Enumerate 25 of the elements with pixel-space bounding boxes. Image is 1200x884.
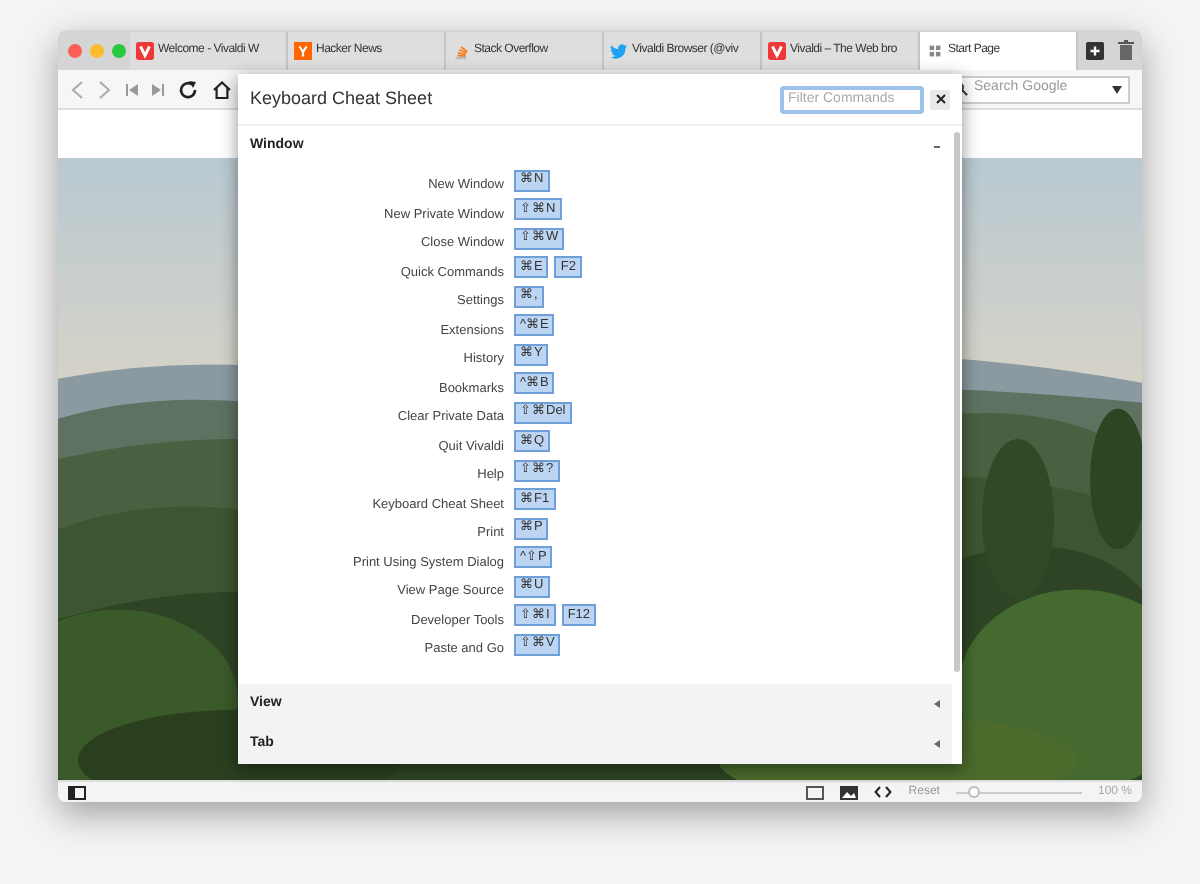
- grid-icon: [926, 42, 944, 60]
- stack-logo-icon: [452, 42, 470, 60]
- browser-logo-icon: [136, 42, 154, 60]
- reload-icon[interactable]: [178, 79, 198, 99]
- close-button[interactable]: [930, 89, 950, 109]
- browser-logo-icon: [768, 42, 786, 60]
- window-icon[interactable]: [806, 785, 825, 799]
- trash-icon[interactable]: [1118, 40, 1135, 60]
- home-icon[interactable]: [212, 79, 232, 99]
- panel-toggle-icon[interactable]: [68, 785, 86, 799]
- dialog-title: Keyboard Cheat Sheet: [250, 85, 433, 112]
- scrollbar[interactable]: [954, 132, 960, 672]
- close-icon: [935, 94, 945, 104]
- image-icon[interactable]: [840, 785, 859, 799]
- bird-icon: [610, 42, 628, 60]
- news-logo-icon: [294, 42, 312, 60]
- zoom-slider[interactable]: [955, 786, 1082, 798]
- new-tab-icon[interactable]: [1085, 41, 1104, 59]
- slider-thumb[interactable]: [968, 786, 981, 798]
- rewind-icon[interactable]: [126, 83, 138, 95]
- caret-icon[interactable]: [1112, 85, 1122, 93]
- code-icon[interactable]: [874, 786, 893, 798]
- expand-icon[interactable]: [934, 700, 940, 708]
- expand-icon[interactable]: [934, 740, 940, 748]
- fast-forward-icon[interactable]: [152, 83, 164, 95]
